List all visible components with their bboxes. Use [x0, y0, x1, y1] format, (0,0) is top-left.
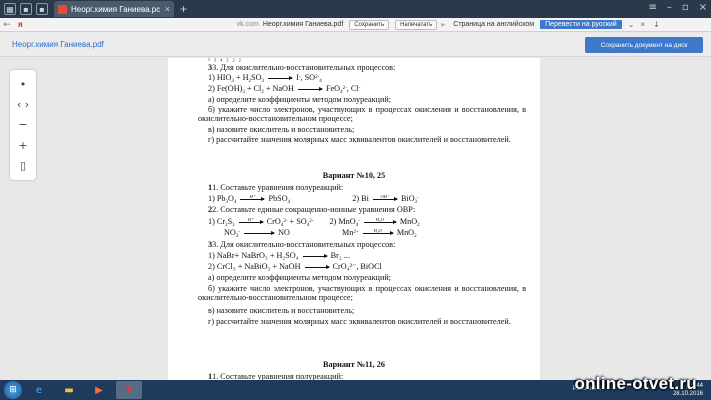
reaction-arrow: [244, 230, 276, 235]
internet-explorer-icon[interactable]: e: [26, 381, 52, 399]
v10-task-2: 22. Составьте единые сокращенно-ионные у…: [208, 205, 416, 214]
tabs-overview-icon[interactable]: ▦: [4, 3, 16, 15]
document-title: Неорг.химия Ганиева.pdf: [12, 40, 104, 49]
watermark: online-otvet.ru: [574, 374, 697, 393]
download-icon[interactable]: ↓: [653, 20, 660, 29]
reaction-arrow: [304, 264, 330, 269]
back-icon[interactable]: ←: [0, 20, 14, 30]
tab-title: Неорг.химия Ганиева.pc: [71, 4, 161, 14]
menu-icon[interactable]: ≡: [648, 2, 656, 13]
v10-equation-2: 2) CrCl₃ + NaBiO₃ + NaOH CrO₄²⁻, BiOCl: [208, 262, 382, 271]
viewer-toolbar: • ‹ › − + ▯: [10, 70, 36, 180]
print-button[interactable]: Напечатать: [395, 19, 438, 30]
maximize-icon[interactable]: ▫: [682, 2, 689, 13]
cut-off-line: ₓ ₃ ₄ ₂ ₂ ₂: [208, 58, 242, 62]
url-field[interactable]: vk.com Неорг.химия Ганиева.pdf: [237, 21, 344, 28]
variant-10-heading: Вариант №10, 25: [322, 171, 386, 180]
save-to-disk-button[interactable]: Сохранить документ на диск: [585, 37, 703, 53]
reaction-arrow-h2o: H₂O: [362, 228, 394, 235]
pdf-icon: [58, 4, 67, 14]
globe-icon: ▸: [441, 20, 446, 29]
reaction-arrow-h: H⁺: [238, 217, 264, 224]
instruction-b: б) укажите число электронов, участвующих…: [198, 105, 526, 124]
v10-instruction-a: а) определите коэффициенты методом полур…: [208, 273, 391, 282]
yandex-browser-icon[interactable]: Y: [116, 381, 142, 399]
v11-task-1: 11. Составьте уравнения полуреакций:: [208, 372, 344, 380]
tab-pdf[interactable]: Неорг.химия Ганиева.pc ×: [54, 1, 174, 17]
yandex-logo[interactable]: я: [18, 20, 23, 29]
v10-ionic-2: NO3- NO Mn2+ H₂O MnO2: [224, 227, 417, 239]
reaction-arrow: [268, 75, 294, 80]
close-window-icon[interactable]: ×: [699, 2, 707, 13]
v10-half-reactions: 1) Pb3O4 H⁺ PbSO4 2) Bi OH⁻ BiO3-: [208, 193, 419, 205]
minimize-icon[interactable]: –: [667, 2, 672, 13]
media-player-icon[interactable]: ▶: [86, 381, 112, 399]
translate-button[interactable]: Перевести на русский: [540, 20, 622, 29]
instruction-c: в) назовите окислитель и восстановитель;: [208, 125, 355, 134]
task-text: 3. Для окислительно-восстановительных пр…: [212, 63, 396, 72]
dot-icon[interactable]: •: [20, 78, 27, 91]
task-3-heading: 33. Для окислительно-восстановительных п…: [208, 63, 396, 72]
save-button[interactable]: Сохранить: [349, 19, 390, 30]
pinned-tab-icon-2[interactable]: ▪: [36, 3, 48, 15]
close-tab-icon[interactable]: ×: [165, 4, 170, 14]
reaction-arrow-oh: OH⁻: [372, 194, 398, 201]
equation-2: 2) Fe(OH)3 + Cl2 + NaOH FeO42-, Cl-: [208, 84, 361, 95]
v10-instruction-d: г) рассчитайте значения молярных масс эк…: [208, 317, 511, 326]
new-tab-button[interactable]: +: [180, 2, 187, 16]
url-host: vk.com: [236, 21, 259, 28]
chevron-down-icon[interactable]: ⌄: [628, 20, 635, 29]
translate-prompt: Страница на английском: [453, 21, 535, 28]
address-bar: ← я vk.com Неорг.химия Ганиева.pdf Сохра…: [0, 18, 711, 32]
zoom-in-icon[interactable]: +: [18, 139, 27, 152]
folder-icon[interactable]: ▬: [56, 381, 82, 399]
reaction-arrow-h2o: H₂O: [363, 217, 397, 224]
pinned-tab-icon[interactable]: ▪: [20, 3, 32, 15]
v10-equation-1: 1) NaBr+ NaBrO₃ + H₂SO₄ Br₂ ...: [208, 251, 350, 260]
variant-11-heading: Вариант №11, 26: [323, 360, 385, 369]
equation-1: 1) HIO3 + H2SO3 I-, SO2-4: [208, 73, 322, 84]
instruction-d: г) рассчитайте значения молярных масс эк…: [208, 135, 511, 144]
v10-instruction-c: в) назовите окислитель и восстановитель;: [208, 306, 355, 315]
fit-page-icon[interactable]: ▯: [20, 159, 26, 172]
window-controls: ≡ – ▫ ×: [648, 2, 707, 13]
url-page: Неорг.химия Ганиева.pdf: [262, 21, 344, 28]
reaction-arrow: [297, 86, 323, 91]
start-button[interactable]: ⊞: [4, 381, 22, 399]
v10-instruction-b: б) укажите число электронов, участвующих…: [198, 284, 526, 303]
page-nav-icon[interactable]: ‹ ›: [17, 98, 29, 111]
document-header: Неорг.химия Ганиева.pdf Сохранить докуме…: [0, 33, 711, 57]
tab-bar: ▦ ▪ ▪ Неорг.химия Ганиева.pc × + ≡ – ▫ ×: [0, 0, 711, 18]
zoom-out-icon[interactable]: −: [18, 118, 27, 131]
reaction-arrow-h: H⁺: [240, 194, 266, 201]
reaction-arrow: [302, 253, 328, 258]
instruction-a: а) определите коэффициенты методом полур…: [208, 95, 391, 104]
close-translate-icon[interactable]: ×: [640, 20, 645, 29]
pdf-page: ₓ ₃ ₄ ₂ ₂ ₂ 33. Для окислительно-восстан…: [168, 58, 540, 380]
v10-task-3: 33. Для окислительно-восстановительных п…: [208, 240, 396, 249]
